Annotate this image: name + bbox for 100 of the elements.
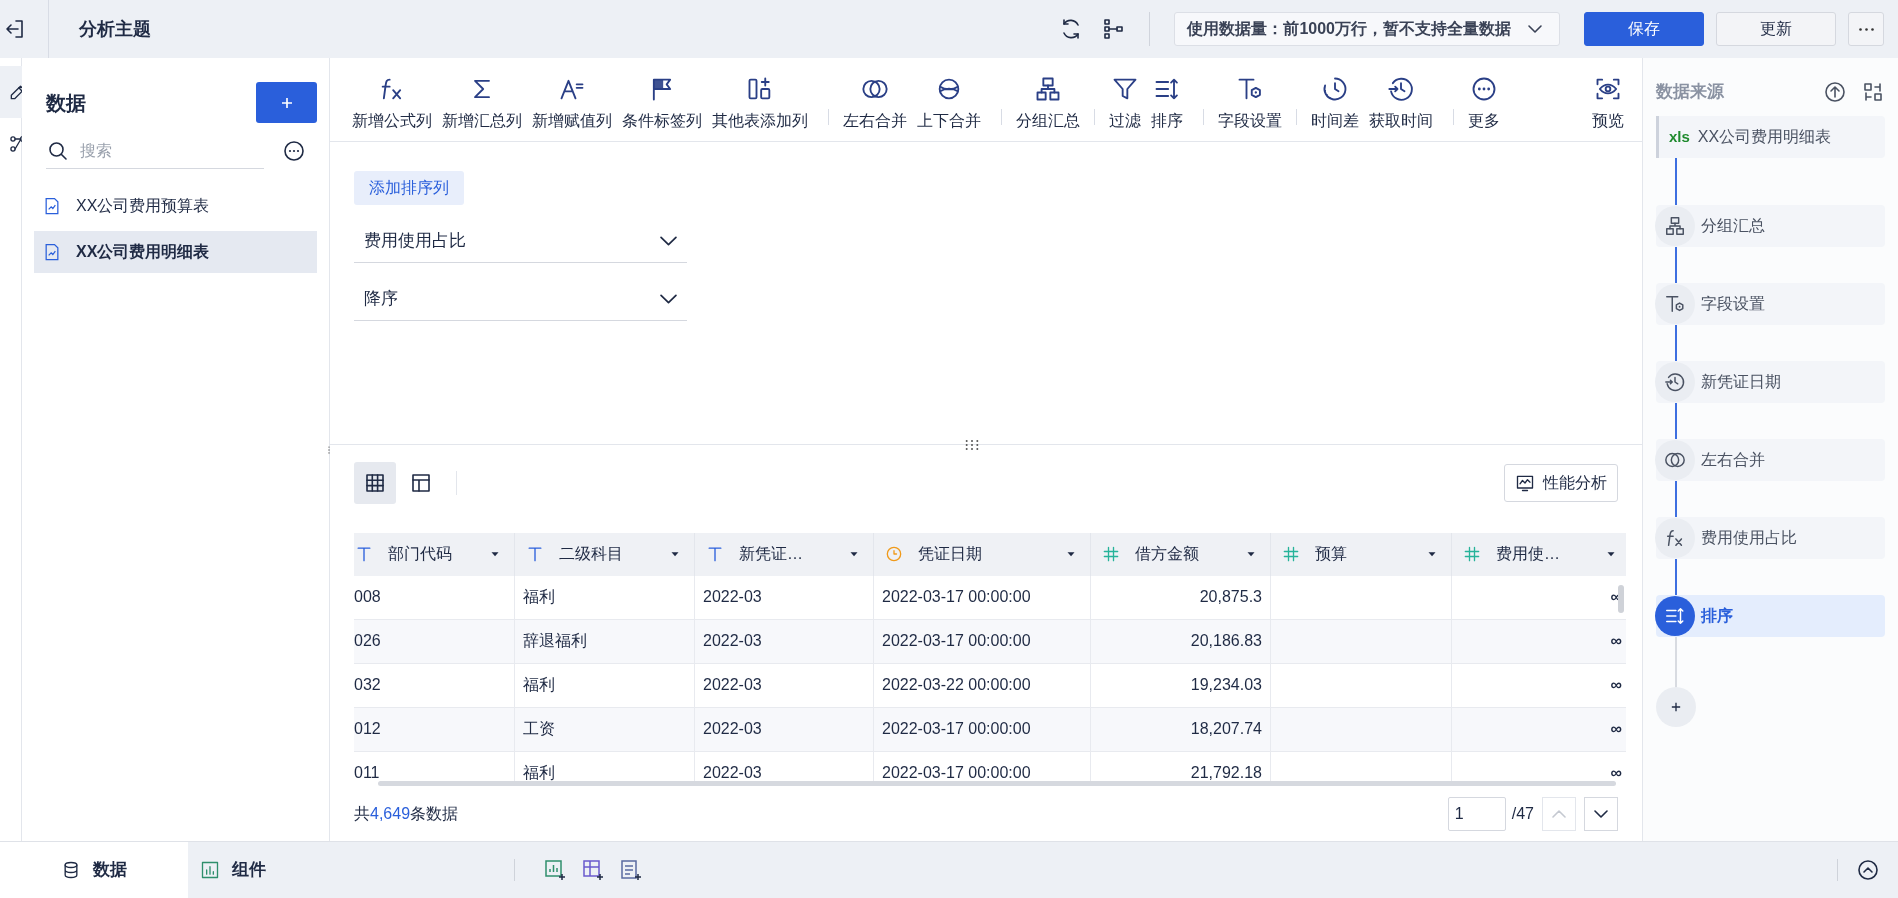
record-count: 共4,649条数据 xyxy=(354,803,459,824)
table-cell-text: 008 xyxy=(354,587,381,608)
pipeline-step[interactable]: 费用使用占比 xyxy=(1656,517,1885,559)
pipeline-step[interactable]: 排序 xyxy=(1656,595,1885,637)
table-cell-text: 026 xyxy=(354,631,381,652)
table-cell-text: ∞ xyxy=(1610,719,1622,740)
table-cell-text: 辞退福利 xyxy=(523,631,587,652)
toolbar-button[interactable]: 字段设置 xyxy=(1216,75,1284,133)
pipeline-step[interactable]: 左右合并 xyxy=(1656,439,1885,481)
pipeline-step[interactable]: 分组汇总 xyxy=(1656,205,1885,247)
table-list-item[interactable]: XX公司费用预算表 xyxy=(34,185,317,227)
view-toggle[interactable] xyxy=(354,462,396,505)
add-detail-table-icon[interactable] xyxy=(619,858,643,882)
chevron-up-icon xyxy=(1552,809,1566,818)
clock-arrow-icon xyxy=(1664,371,1686,393)
pipeline-step[interactable]: 新凭证日期 xyxy=(1656,361,1885,403)
vertical-scrollbar[interactable] xyxy=(1618,584,1624,613)
table-cell-text: 工资 xyxy=(523,719,555,740)
table-cell-text: 18,207.74 xyxy=(1190,719,1262,740)
bar-chart-icon xyxy=(200,860,220,880)
chevron-down-icon xyxy=(660,293,677,304)
column-header[interactable]: 二级科目 xyxy=(515,532,695,576)
select-field[interactable]: 降序 xyxy=(354,277,687,321)
page-title: 分析主题 xyxy=(79,17,151,41)
table-cell-text: 福利 xyxy=(523,587,555,608)
xls-label: xls xyxy=(1669,126,1690,147)
more-icon xyxy=(1470,75,1498,103)
toolbar-button[interactable]: 更多 xyxy=(1466,75,1502,133)
toolbar-button[interactable]: 新增赋值列 xyxy=(530,75,614,133)
next-page-button[interactable] xyxy=(1584,796,1618,831)
bottom-tab[interactable]: 组件 xyxy=(188,841,308,898)
column-header[interactable]: 费用使… xyxy=(1452,532,1626,576)
table-cell-text: 福利 xyxy=(523,763,555,784)
toolbar-button[interactable]: 新增公式列 xyxy=(350,75,434,133)
column-header[interactable]: 借方金额 xyxy=(1091,532,1271,576)
toolbar-button[interactable]: 分组汇总 xyxy=(1014,75,1082,133)
table-cell-text: 2022-03-17 00:00:00 xyxy=(882,587,1031,608)
table-list-item[interactable]: XX公司费用明细表 xyxy=(34,231,317,273)
lineage-icon[interactable] xyxy=(1101,17,1126,41)
table-cell-text: 011 xyxy=(354,763,380,784)
performance-analysis-button[interactable]: 性能分析 xyxy=(1504,464,1618,503)
collapse-up-icon[interactable] xyxy=(1856,858,1880,882)
table-cell-text: 2022-03 xyxy=(703,587,762,608)
panel-title: 数据来源 xyxy=(1656,81,1725,104)
table-cell-text: 2022-03 xyxy=(703,675,762,696)
bottom-tab[interactable]: 数据 xyxy=(0,841,188,898)
chevron-down-icon xyxy=(660,235,677,246)
table-cell-text: 21,792.18 xyxy=(1190,763,1262,784)
edit-tab[interactable] xyxy=(0,66,22,118)
toolbar-button[interactable]: 上下合并 xyxy=(915,75,983,133)
hierarchy-icon xyxy=(1034,75,1062,103)
add-chart-icon[interactable] xyxy=(543,858,567,882)
add-sort-column-button[interactable]: 添加排序列 xyxy=(354,171,464,205)
toolbar-button[interactable]: 排序 xyxy=(1149,75,1185,133)
more-icon xyxy=(1858,27,1874,31)
table-cell-text: 福利 xyxy=(523,675,555,696)
clock-arrow-icon xyxy=(1387,75,1415,103)
table-cell-text: 2022-03-22 00:00:00 xyxy=(882,675,1031,696)
table-cell-text: 012 xyxy=(354,719,381,740)
save-button[interactable]: 保存 xyxy=(1584,12,1704,46)
monitor-chart-icon xyxy=(1515,473,1535,494)
page-total: /47 xyxy=(1511,803,1534,824)
chevron-down-icon xyxy=(1594,809,1608,818)
data-limit-dropdown[interactable]: 使用数据量：前1000万行，暂不支持全量数据 xyxy=(1174,12,1560,46)
column-header[interactable]: 新凭证… xyxy=(695,532,874,576)
toolbar-button[interactable]: 获取时间 xyxy=(1367,75,1435,133)
update-button[interactable]: 更新 xyxy=(1716,12,1836,46)
toolbar-button[interactable]: 条件标签列 xyxy=(620,75,704,133)
preview-button[interactable]: 预览 xyxy=(1592,75,1624,133)
toolbar-button[interactable]: 过滤 xyxy=(1107,75,1143,133)
pipeline-step[interactable]: 字段设置 xyxy=(1656,283,1885,325)
search-field[interactable]: 搜索 xyxy=(80,138,240,163)
toolbar-button[interactable]: 其他表添加列 xyxy=(710,75,810,133)
table-cell-text: 032 xyxy=(354,675,381,696)
horizontal-scrollbar[interactable] xyxy=(378,781,1616,786)
column-header[interactable]: 凭证日期 xyxy=(874,532,1091,576)
table-cell-text: 19,234.03 xyxy=(1190,675,1262,696)
select-field[interactable]: 费用使用占比 xyxy=(354,219,687,263)
more-icon[interactable] xyxy=(282,139,306,163)
page-input[interactable]: 1 xyxy=(1447,796,1506,831)
table-cell-text: 2022-03-17 00:00:00 xyxy=(882,631,1031,652)
toolbar-button[interactable]: 时间差 xyxy=(1309,75,1361,133)
source-table-card[interactable]: xls XX公司费用明细表 xyxy=(1656,116,1885,158)
column-header[interactable]: 部门代码 xyxy=(354,532,515,576)
table-cell-text: 20,875.3 xyxy=(1199,587,1262,608)
swap-icon[interactable] xyxy=(1861,80,1885,104)
table-cell-text: 2022-03-17 00:00:00 xyxy=(882,719,1031,740)
table-cell-text: ∞ xyxy=(1610,631,1622,652)
upload-icon[interactable] xyxy=(1823,80,1847,104)
table-cell-text: ∞ xyxy=(1610,763,1622,784)
text-gear-icon xyxy=(1664,293,1686,315)
toolbar-button[interactable]: 左右合并 xyxy=(841,75,909,133)
toolbar-button[interactable]: 新增汇总列 xyxy=(440,75,524,133)
sort-icon xyxy=(1664,605,1686,627)
flow-icon xyxy=(8,134,22,154)
table-cell-text: ∞ xyxy=(1610,675,1622,696)
table-cell-text: 2022-03 xyxy=(703,631,762,652)
add-crosstab-icon[interactable] xyxy=(581,858,605,882)
column-header[interactable]: 预算 xyxy=(1271,532,1452,576)
table-cell-text: 2022-03-17 00:00:00 xyxy=(882,763,1031,784)
